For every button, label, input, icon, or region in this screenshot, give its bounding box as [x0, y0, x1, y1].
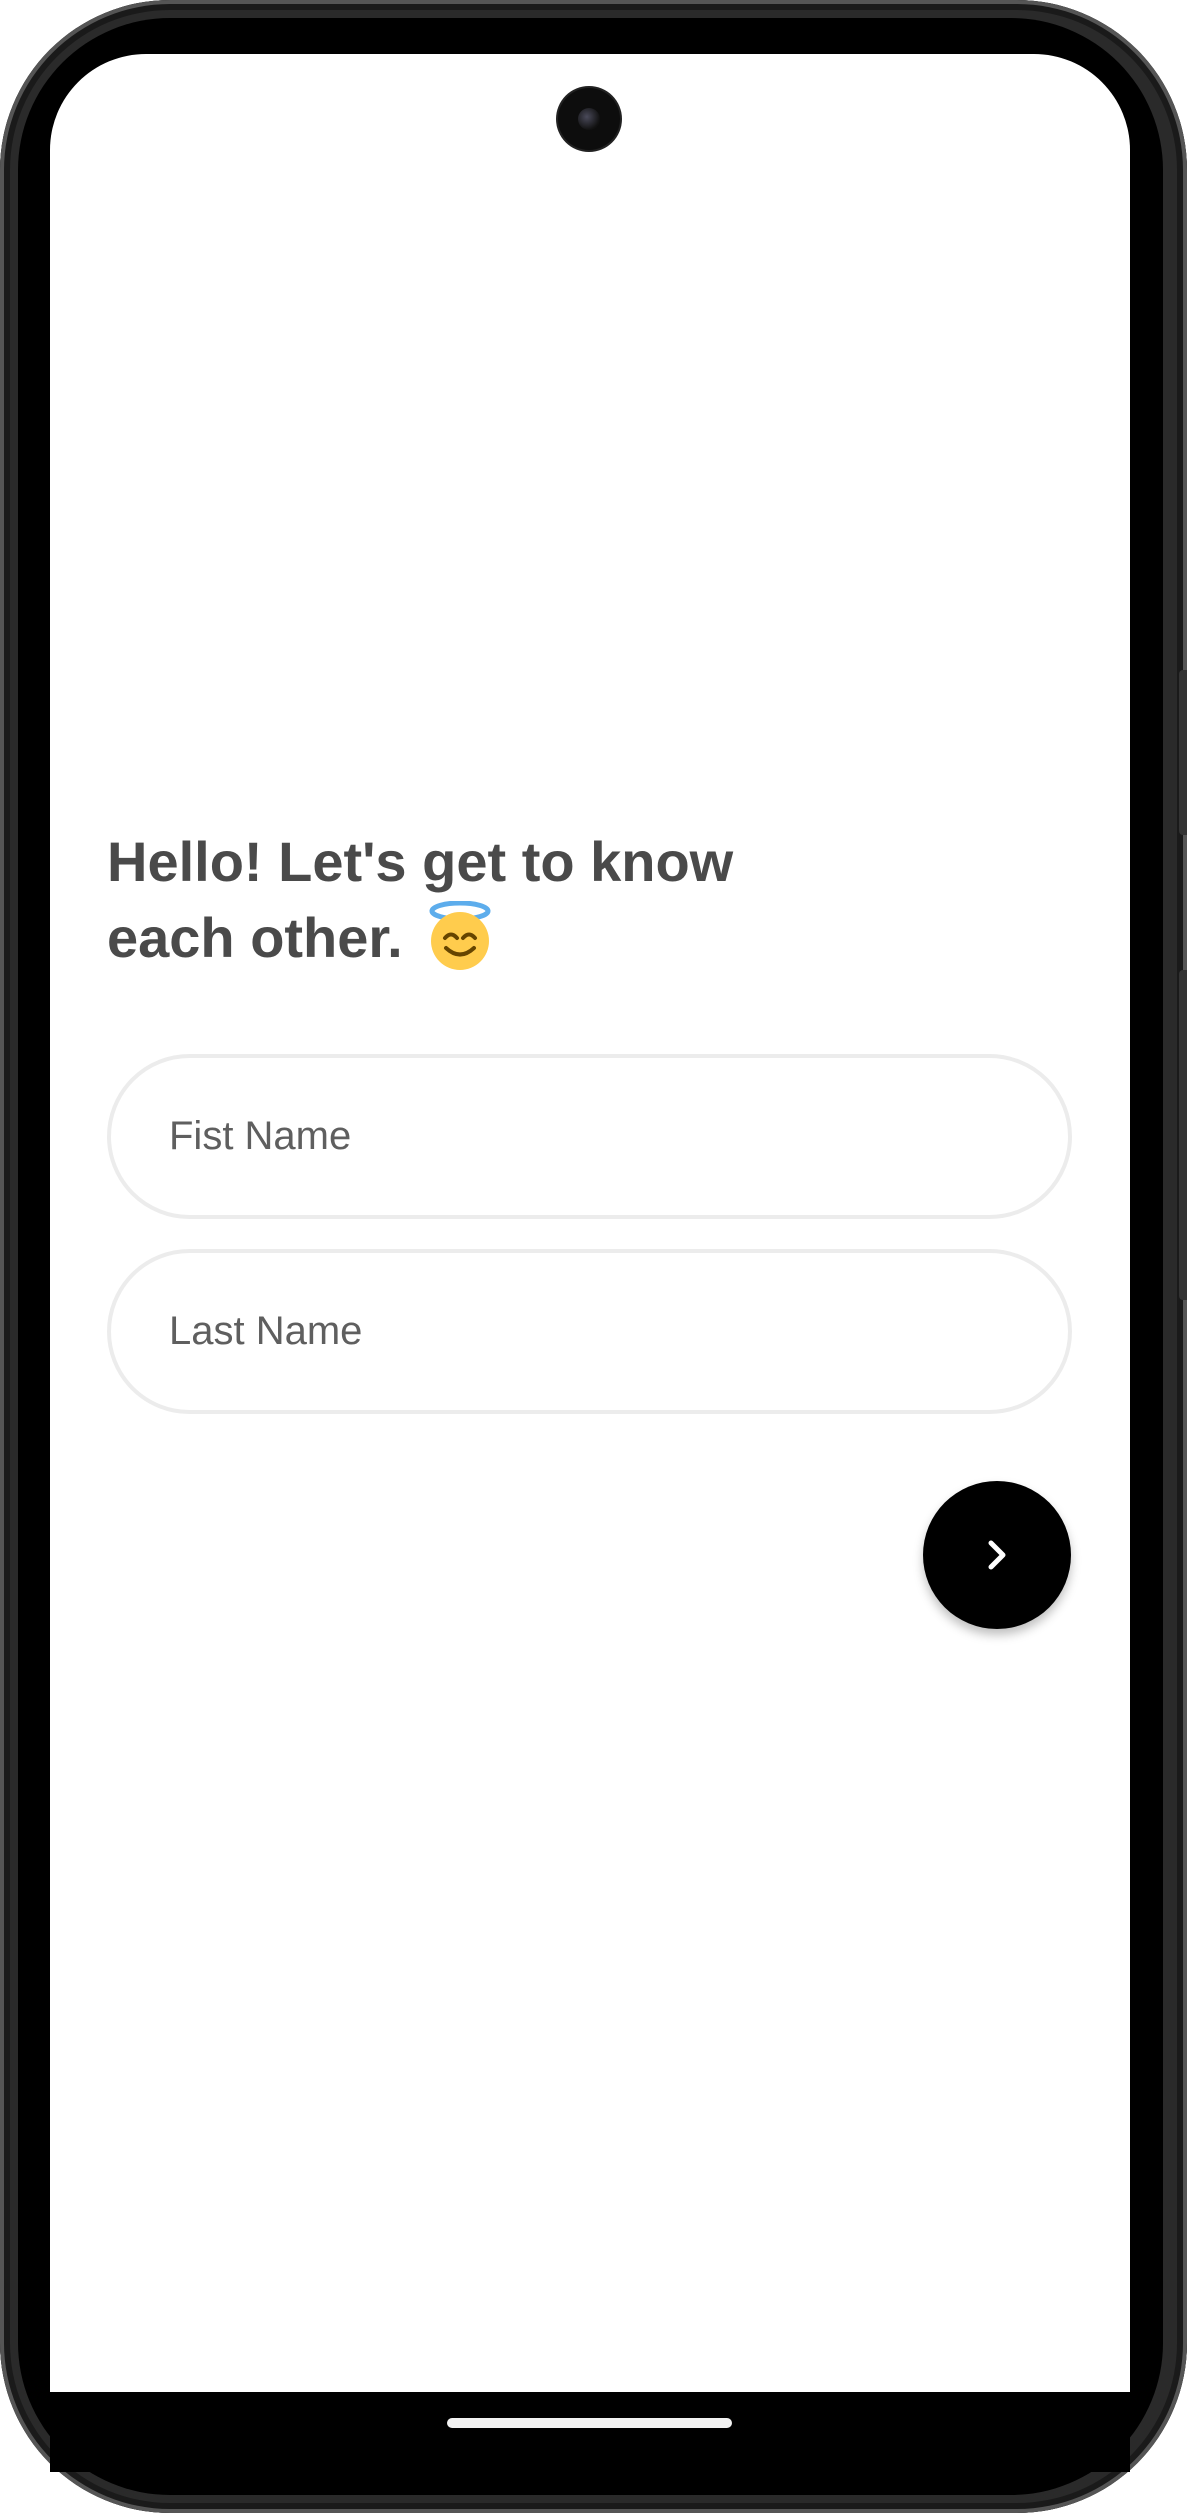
title-line-1: Hello! Let's get to know: [107, 830, 734, 893]
title-line-2: each other.: [107, 906, 403, 969]
last-name-field[interactable]: [107, 1249, 1072, 1414]
last-name-input[interactable]: [167, 1308, 1068, 1355]
volume-button: [1179, 970, 1187, 1300]
power-button: [1179, 670, 1187, 835]
first-name-input[interactable]: [167, 1113, 1068, 1160]
home-indicator[interactable]: [447, 2418, 732, 2428]
app-screen: Hello! Let's get to know each other.: [50, 54, 1130, 2392]
page-title: Hello! Let's get to know each other.: [107, 824, 867, 976]
gesture-nav-bar: [50, 2392, 1130, 2472]
smiling-face-with-halo-icon: [425, 900, 495, 971]
front-camera: [558, 88, 620, 150]
chevron-right-icon: [988, 1540, 1006, 1570]
first-name-field[interactable]: [107, 1054, 1072, 1219]
next-button[interactable]: [923, 1481, 1071, 1629]
